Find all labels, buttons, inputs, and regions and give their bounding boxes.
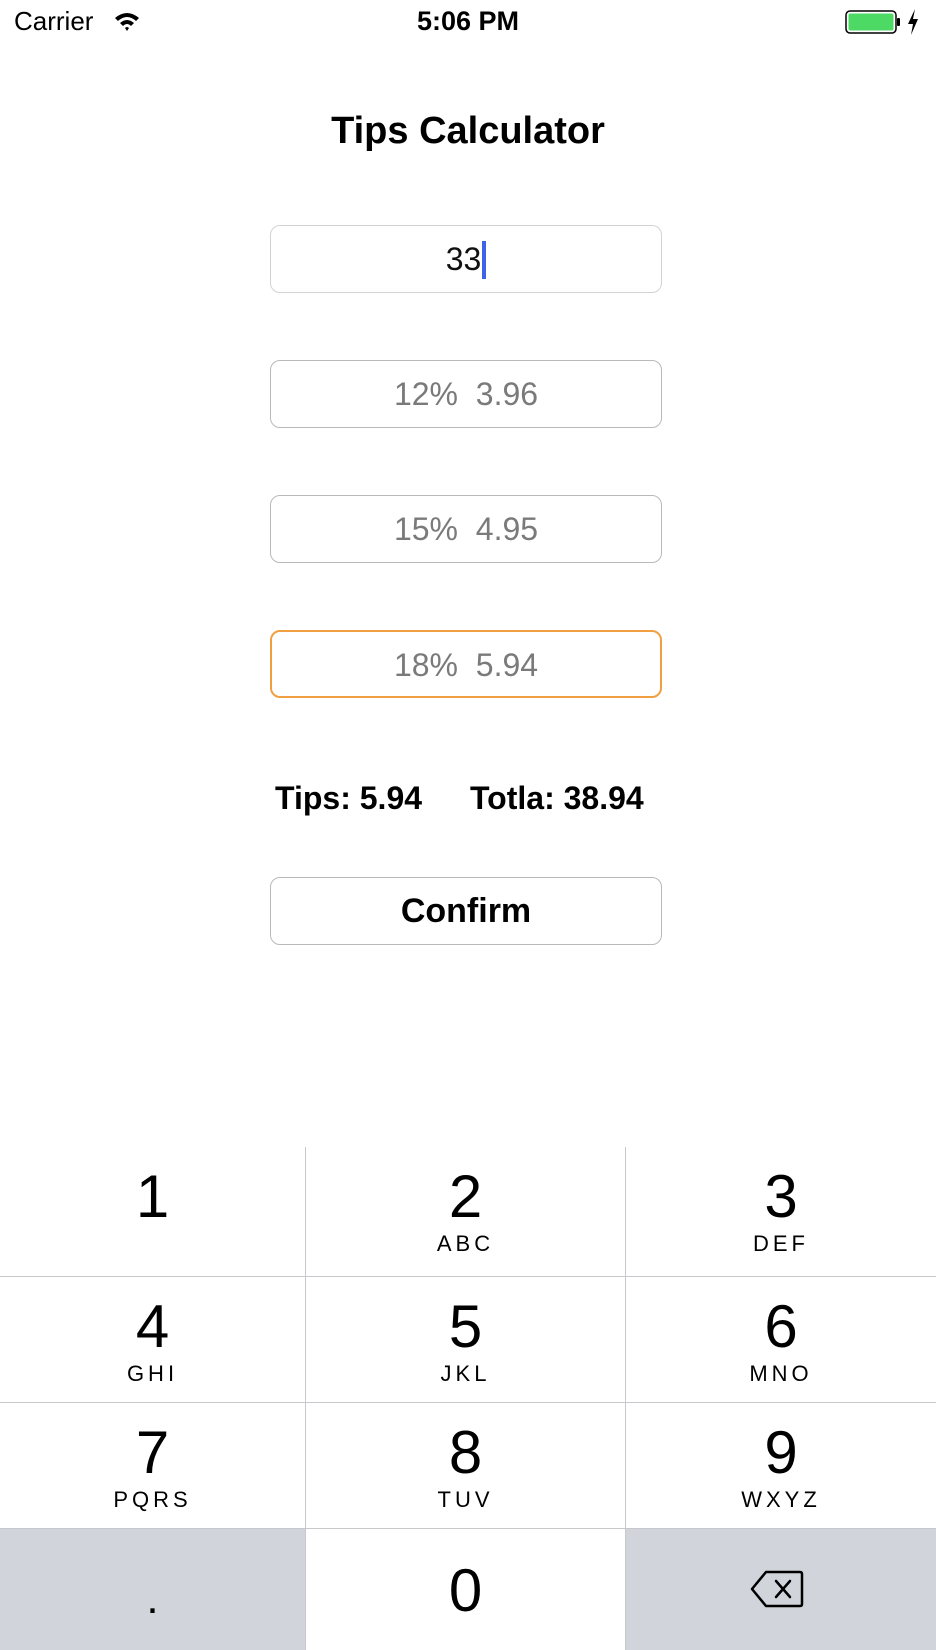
- keypad-divider: [625, 1147, 626, 1650]
- key-digit: 1: [135, 1163, 170, 1230]
- key-letters: DEF: [753, 1231, 809, 1256]
- tip-option-label: 15% 4.95: [393, 511, 539, 547]
- key-letters: TUV: [437, 1487, 494, 1512]
- keypad-divider: [0, 1402, 936, 1403]
- battery-icon: [845, 10, 900, 34]
- key-digit: 4: [135, 1293, 170, 1360]
- key-letters: GHI: [126, 1361, 179, 1386]
- key-letters: JKL: [440, 1361, 491, 1386]
- tips-summary: Tips: 5.94: [275, 780, 423, 816]
- page-title: Tips Calculator: [331, 110, 605, 152]
- tip-option-label: 18% 5.94: [393, 647, 539, 683]
- key-letters: PQRS: [113, 1487, 192, 1512]
- key-decimal[interactable]: .: [0, 1529, 305, 1650]
- tip-option-15[interactable]: 15% 4.95: [270, 495, 662, 563]
- key-letters: ABC: [436, 1231, 495, 1256]
- key-digit: 5: [448, 1293, 483, 1360]
- key-digit: 8: [448, 1419, 483, 1486]
- keypad-divider: [0, 1276, 936, 1277]
- status-bar: Carrier 5:06 PM: [0, 0, 936, 44]
- key-4[interactable]: 4 GHI: [0, 1277, 305, 1402]
- key-digit: 0: [448, 1557, 483, 1624]
- key-3[interactable]: 3 DEF: [626, 1147, 936, 1276]
- keypad-divider: [0, 1528, 936, 1529]
- key-digit: .: [146, 1574, 159, 1623]
- key-1[interactable]: 1: [0, 1147, 305, 1276]
- key-7[interactable]: 7 PQRS: [0, 1403, 305, 1528]
- key-0[interactable]: 0: [306, 1529, 625, 1650]
- text-cursor: [482, 240, 487, 279]
- key-digit: 2: [448, 1163, 483, 1230]
- key-9[interactable]: 9 WXYZ: [626, 1403, 936, 1528]
- key-digit: 7: [135, 1419, 170, 1486]
- key-letters: WXYZ: [741, 1487, 821, 1512]
- key-digit: 6: [764, 1293, 798, 1360]
- key-digit: 9: [764, 1419, 798, 1486]
- numeric-keypad: 1 2 ABC 3 DEF 4 GHI 5 JKL 6 MNO 7 PQRS 8…: [0, 1147, 936, 1650]
- keypad-divider: [305, 1147, 306, 1650]
- backspace-key[interactable]: [626, 1529, 936, 1650]
- key-5[interactable]: 5 JKL: [306, 1277, 625, 1402]
- key-6[interactable]: 6 MNO: [626, 1277, 936, 1402]
- bill-amount-field[interactable]: 33: [270, 225, 662, 293]
- tip-option-label: 12% 3.96: [393, 376, 539, 412]
- tip-option-18[interactable]: 18% 5.94: [270, 630, 662, 698]
- total-summary: Totla: 38.94: [470, 780, 644, 816]
- key-2[interactable]: 2 ABC: [306, 1147, 625, 1276]
- backspace-icon: [750, 1570, 804, 1608]
- key-8[interactable]: 8 TUV: [306, 1403, 625, 1528]
- key-digit: 3: [764, 1163, 798, 1230]
- bill-amount-value: 33: [445, 241, 482, 277]
- tip-option-12[interactable]: 12% 3.96: [270, 360, 662, 428]
- charging-bolt-icon: [908, 9, 918, 35]
- status-time: 5:06 PM: [416, 6, 520, 36]
- confirm-button[interactable]: Confirm: [270, 877, 662, 945]
- key-letters: MNO: [749, 1361, 813, 1386]
